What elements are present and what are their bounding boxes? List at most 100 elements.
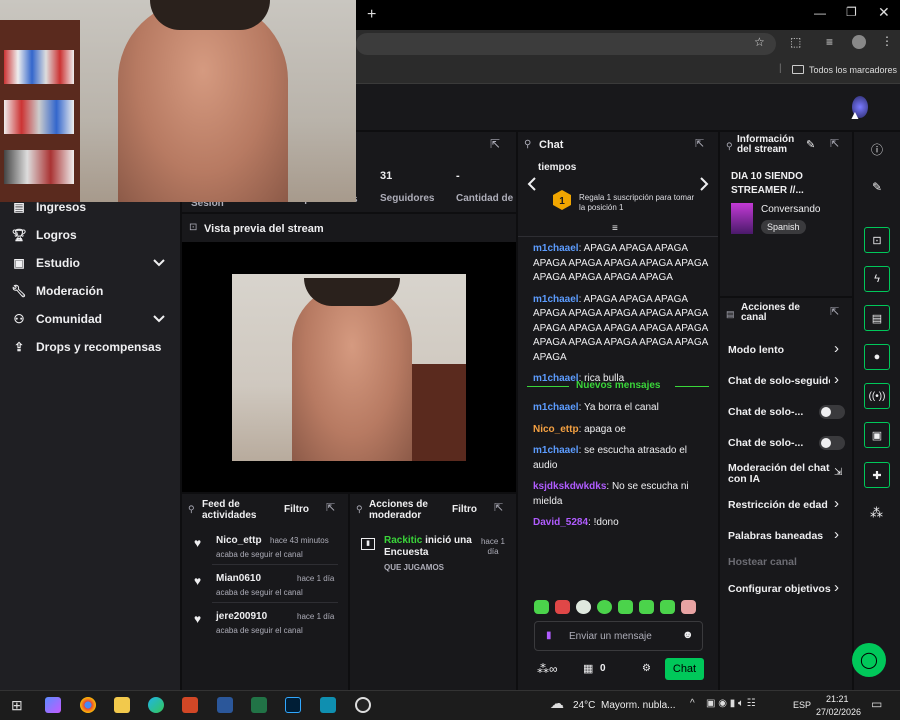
emote-icon[interactable] [639, 600, 654, 614]
emoji-icon[interactable]: ☻ [682, 629, 694, 641]
emote-icon[interactable] [681, 600, 696, 614]
weather-description[interactable]: Mayorm. nubla... [601, 700, 675, 711]
clock-date[interactable]: 27/02/2026 [816, 707, 861, 717]
chat-send-button[interactable]: Chat [665, 658, 704, 680]
quick-action-raid[interactable]: ϟ [864, 266, 890, 292]
weather-temperature[interactable]: 24°C [573, 700, 595, 711]
quick-action-notes[interactable]: ▤ [864, 305, 890, 331]
chat-username[interactable]: m1chaael [533, 243, 579, 254]
popout-icon[interactable]: ⇱ [830, 137, 839, 150]
obs-icon[interactable] [355, 697, 371, 713]
emote-icon[interactable] [576, 600, 591, 614]
chat-username[interactable]: Nico_ettp [533, 424, 579, 435]
quick-action-clip[interactable]: ⊡ [864, 227, 890, 253]
popout-icon[interactable]: ⇱ [494, 501, 503, 514]
file-explorer-icon[interactable] [114, 697, 130, 713]
edit-icon[interactable]: ✎ [872, 180, 882, 194]
category-thumbnail[interactable] [731, 203, 753, 234]
activity-user[interactable]: jere200910 [216, 611, 267, 622]
emote-icon[interactable] [534, 600, 549, 614]
sidebar-item-logros[interactable]: 🏆︎ Logros [11, 228, 76, 242]
menu-icon[interactable]: ⋮ [881, 34, 893, 48]
gift-promo-text[interactable]: Regala 1 suscripción para tomar la posic… [579, 193, 695, 213]
chrome-icon[interactable] [80, 697, 96, 713]
activity-user[interactable]: Nico_ettp [216, 535, 262, 546]
followers-only-item[interactable]: Chat de solo-seguido [728, 375, 830, 387]
emote-icon[interactable] [555, 600, 570, 614]
popout-icon[interactable]: ⇱ [695, 137, 704, 150]
language-tag[interactable]: Spanish [761, 220, 806, 234]
sidebar-item-ingresos[interactable]: ▤ Ingresos [12, 200, 86, 214]
sidebar-item-drops[interactable]: ⇪ Drops y recompensas [12, 340, 161, 354]
all-bookmarks-link[interactable]: Todos los marcadores [809, 65, 897, 75]
sidebar-item-moderacion[interactable]: 🔧︎ Moderación [11, 284, 103, 298]
activity-filter-button[interactable]: Filtro [284, 504, 309, 515]
close-button[interactable]: ✕ [878, 4, 890, 21]
quick-action-chat[interactable]: ● [864, 344, 890, 370]
keyboard-language[interactable]: ESP [793, 700, 811, 710]
quick-action-broadcast[interactable]: ((•)) [864, 383, 890, 409]
new-tab-button[interactable]: + [367, 6, 376, 24]
points-icon[interactable]: ⁂∞ [537, 662, 558, 676]
emote-icon[interactable] [597, 600, 612, 614]
external-link-icon[interactable]: ⇲ [834, 467, 842, 478]
edge-icon[interactable] [148, 697, 164, 713]
mod-action-user[interactable]: Rackitic [384, 535, 422, 546]
chevron-down-icon[interactable] [153, 314, 165, 324]
banned-words-item[interactable]: Palabras baneadas [728, 530, 823, 542]
word-icon[interactable] [217, 697, 233, 713]
ai-mod-item[interactable]: Moderación del chat con IA [728, 463, 830, 485]
stream-preview-video[interactable] [232, 274, 466, 461]
clock-time[interactable]: 21:21 [826, 694, 849, 704]
star-icon[interactable]: ☆ [754, 35, 765, 49]
slow-mode-item[interactable]: Modo lento [728, 344, 784, 356]
chat-username[interactable]: m1chaael [533, 294, 579, 305]
gear-icon[interactable]: ⚙ [642, 663, 651, 674]
emote-icon[interactable] [618, 600, 633, 614]
activity-user[interactable]: Mian0610 [216, 573, 261, 584]
more-actions-icon[interactable]: ⁂ [870, 505, 883, 521]
collapse-icon[interactable]: ≡ [612, 223, 618, 234]
photoshop-icon[interactable] [285, 697, 301, 713]
url-input[interactable] [356, 33, 776, 55]
maximize-button[interactable]: ❐ [846, 5, 857, 19]
chat-input[interactable]: ▮ Enviar un mensaje ☻ [534, 621, 703, 651]
sidebar-item-estudio[interactable]: ▣ Estudio [12, 256, 80, 270]
goals-item[interactable]: Configurar objetivos [728, 583, 831, 595]
powerpoint-icon[interactable] [182, 697, 198, 713]
popout-icon[interactable]: ⇱ [830, 305, 839, 318]
chat-username[interactable]: ksjdkskdwkdks [533, 481, 606, 492]
tray-icons[interactable]: ▣ ◉ ▮ 🔈︎ ☷ [706, 698, 756, 709]
media-icon[interactable]: ≡ [826, 35, 833, 49]
popout-icon[interactable]: ⇱ [326, 501, 335, 514]
notifications-icon[interactable]: ▭ [871, 697, 882, 711]
chevron-right-icon[interactable]: › [834, 526, 839, 543]
profile-avatar[interactable] [852, 35, 866, 49]
chevron-left-icon[interactable] [527, 177, 537, 191]
chevron-right-icon[interactable]: › [834, 579, 839, 596]
minimize-button[interactable]: — [814, 6, 826, 20]
chevron-right-icon[interactable]: › [834, 495, 839, 512]
emote-only-toggle[interactable] [819, 436, 845, 450]
chat-username[interactable]: m1chaael [533, 402, 579, 413]
chevron-right-icon[interactable] [699, 177, 709, 191]
chevron-right-icon[interactable]: › [834, 340, 839, 357]
chat-username[interactable]: m1chaael [533, 445, 579, 456]
quick-action-moderation[interactable]: ✚ [864, 462, 890, 488]
store-icon[interactable]: ▦ [583, 662, 593, 675]
edit-icon[interactable]: ✎ [806, 138, 815, 151]
quick-action-ads[interactable]: ▣ [864, 422, 890, 448]
chevron-down-icon[interactable] [153, 258, 165, 268]
chat-username[interactable]: David_5284 [533, 517, 588, 528]
emote-icon[interactable] [660, 600, 675, 614]
mod-filter-button[interactable]: Filtro [452, 504, 477, 515]
copilot-icon[interactable] [45, 697, 61, 713]
info-icon[interactable]: ⓘ [871, 141, 883, 158]
excel-icon[interactable] [251, 697, 267, 713]
help-button[interactable]: ◯ [852, 643, 886, 677]
sub-only-toggle[interactable] [819, 405, 845, 419]
extensions-icon[interactable]: ⬚ [790, 35, 801, 49]
sidebar-item-comunidad[interactable]: ⚇ Comunidad [12, 312, 102, 326]
mic-icon[interactable]: ▮ [546, 630, 552, 641]
chevron-right-icon[interactable]: › [834, 371, 839, 388]
